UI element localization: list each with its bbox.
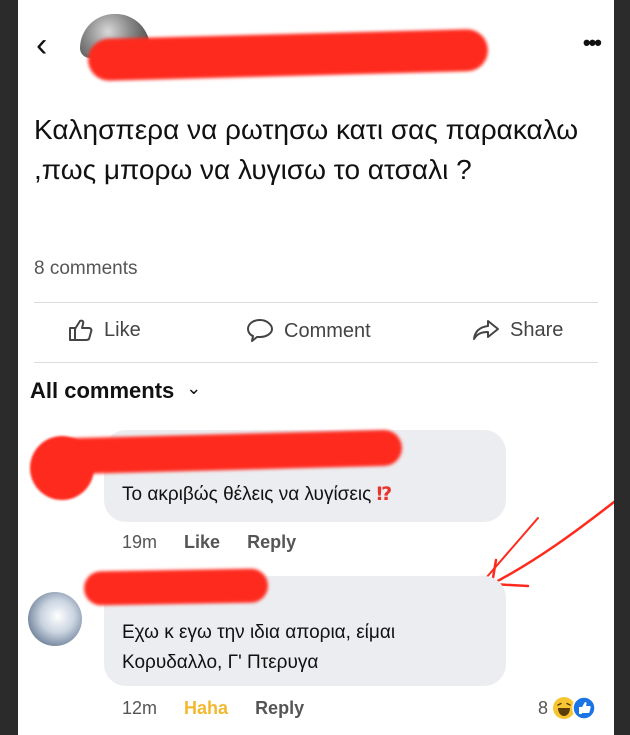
comment-2-line-1: Εχω κ εγω την ιδια απορια, είμαι bbox=[122, 622, 396, 643]
comment-1-reply-button[interactable]: Reply bbox=[247, 532, 296, 552]
thumbs-up-icon bbox=[69, 319, 93, 341]
comment-1-like-button[interactable]: Like bbox=[184, 532, 220, 552]
comment-button[interactable]: Comment bbox=[246, 318, 371, 344]
like-button[interactable]: Like bbox=[68, 318, 141, 342]
comment-1-text: Το ακριβώς θέλεις να λυγίσεις ⁉ bbox=[122, 480, 392, 510]
comment-2-haha-button[interactable]: Haha bbox=[184, 698, 228, 718]
like-label: Like bbox=[104, 318, 141, 341]
share-label: Share bbox=[510, 318, 564, 341]
back-button[interactable]: ‹ bbox=[36, 28, 47, 62]
comment-2-line-2: Κορυδαλλο, Γ' Πτερυγα bbox=[122, 652, 319, 673]
comment-1-meta: 19m Like Reply bbox=[122, 532, 296, 553]
comments-count[interactable]: 8 comments bbox=[34, 258, 137, 280]
redaction-mark-comment-2 bbox=[83, 568, 269, 606]
chevron-down-icon: ⌄ bbox=[186, 377, 202, 398]
speech-bubble-icon bbox=[247, 319, 273, 342]
comment-1-body: Το ακριβώς θέλεις να λυγίσεις bbox=[122, 484, 372, 505]
comment-2-meta: 12m Haha Reply bbox=[122, 698, 304, 719]
more-options-button[interactable]: ••• bbox=[583, 30, 602, 56]
divider-bottom bbox=[34, 362, 598, 363]
comment-2-avatar[interactable] bbox=[28, 592, 82, 646]
like-emoji-icon bbox=[572, 696, 596, 720]
share-button[interactable]: Share bbox=[472, 318, 563, 342]
all-comments-label: All comments bbox=[30, 378, 175, 403]
comment-1-time: 19m bbox=[122, 532, 158, 552]
post-text: Καλησπερα να ρωτησω κατι σας παρακαλω ,π… bbox=[34, 114, 579, 185]
reaction-count: 8 bbox=[537, 697, 548, 718]
comment-2-text: Εχω κ εγω την ιδια απορια, είμαι Κορυδαλ… bbox=[122, 618, 395, 678]
divider-top bbox=[34, 302, 598, 303]
all-comments-filter[interactable]: All comments ⌄ bbox=[30, 378, 201, 404]
share-arrow-icon bbox=[473, 320, 499, 340]
comment-2-reactions[interactable]: 8 bbox=[538, 696, 596, 720]
comment-2-time: 12m bbox=[122, 698, 158, 718]
exclamation-question-icon: ⁉ bbox=[376, 484, 393, 505]
post-screen: ‹ Κ.... ... ••• Καλησπερα να ρωτησω κατι… bbox=[18, 0, 614, 735]
comment-label: Comment bbox=[284, 319, 371, 342]
comment-2-reply-button[interactable]: Reply bbox=[255, 698, 304, 718]
